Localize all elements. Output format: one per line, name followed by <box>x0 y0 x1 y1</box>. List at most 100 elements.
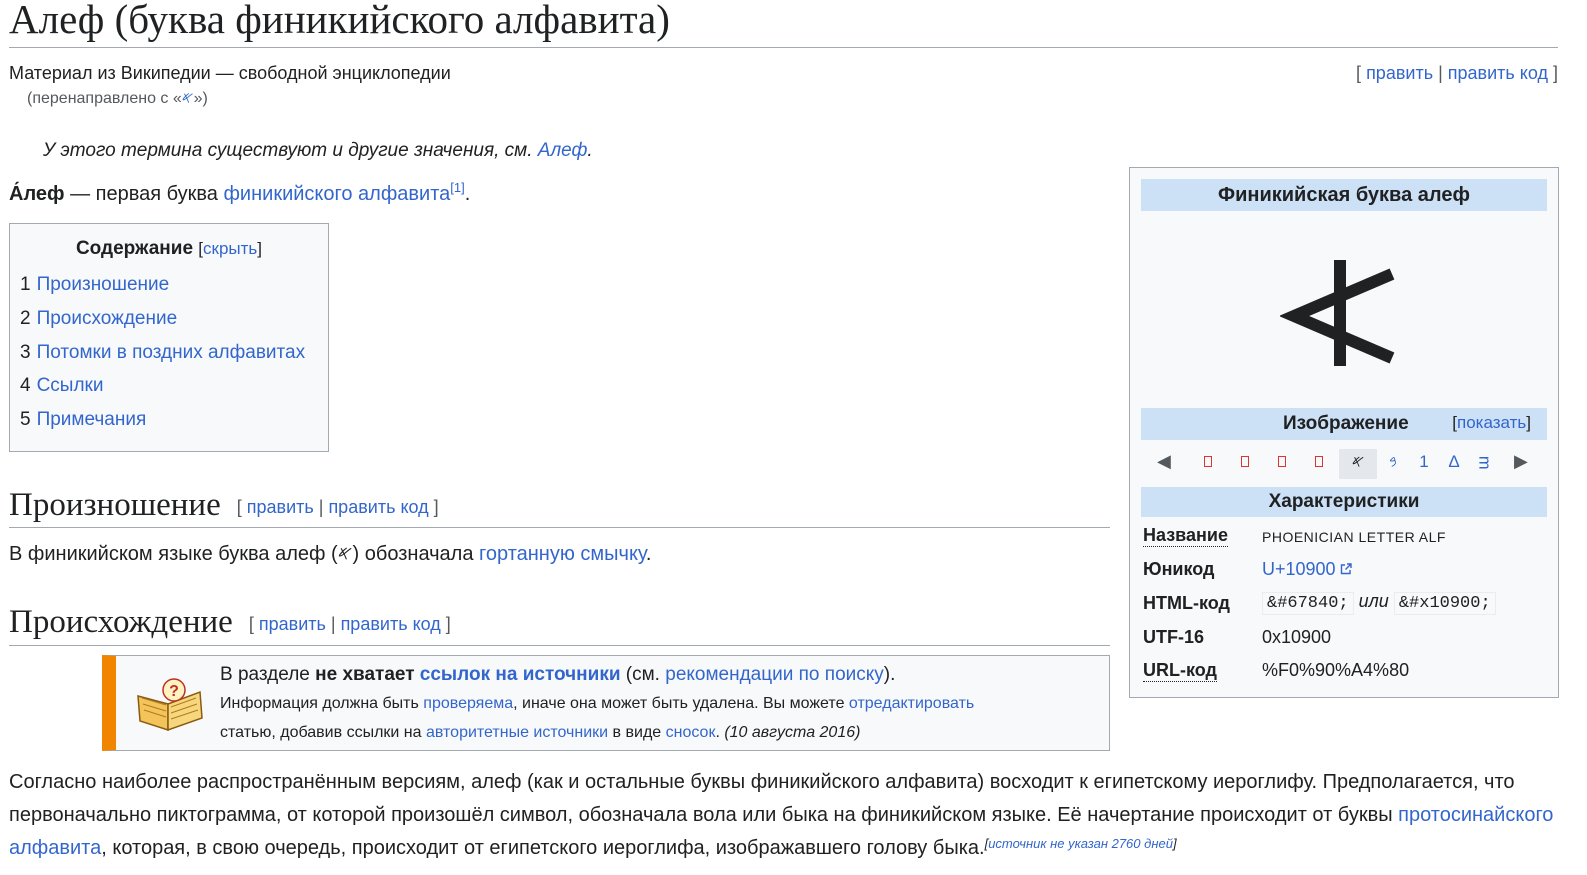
toc-link[interactable]: Ссылки <box>37 375 104 396</box>
toc-link[interactable]: Примечания <box>37 409 147 430</box>
redirect-suffix: ») <box>193 90 208 107</box>
section-title: Происхождение <box>9 604 233 640</box>
edit-source-link[interactable]: править код <box>1448 63 1548 83</box>
notice-text: статью, добавив ссылки на <box>220 724 426 741</box>
verifiable-link[interactable]: проверяема <box>423 695 513 712</box>
prev-arrow-icon[interactable]: ◀ <box>1157 451 1171 472</box>
notice-text: ). <box>883 664 896 685</box>
toc-item[interactable]: 1 Произношение <box>20 274 169 296</box>
lead-paragraph: А́леф — первая буква финикийского алфави… <box>9 180 471 206</box>
edit-source-link[interactable]: править код <box>328 497 428 517</box>
letter-navigation: ◀ 𐤀 𐤁 1 Δ ᴟ ▶ <box>1141 446 1547 482</box>
nav-letter[interactable]: Δ <box>1444 452 1464 474</box>
pronunciation-paragraph: В финикийском языке буква алеф (𐤀) обозн… <box>9 543 651 566</box>
notice-text: , иначе она может быть удалена. Вы может… <box>513 695 849 712</box>
image-label: Изображение <box>1283 413 1409 434</box>
toc-title: Содержание <box>75 238 194 259</box>
toc-link[interactable]: Происхождение <box>37 308 178 329</box>
section-divider <box>9 645 1110 646</box>
toc-num: 3 <box>20 342 31 363</box>
toc-num: 4 <box>20 375 31 396</box>
toc-item[interactable]: 2 Происхождение <box>20 308 177 330</box>
or-text: или <box>1358 591 1389 611</box>
toc-link[interactable]: Произношение <box>37 274 170 295</box>
sources-link[interactable]: ссылок на источники <box>420 664 621 685</box>
next-arrow-icon[interactable]: ▶ <box>1514 451 1528 472</box>
notice-text: В разделе <box>220 664 316 685</box>
notice-line-3: статью, добавив ссылки на авторитетные и… <box>220 724 860 742</box>
external-link-icon <box>1340 563 1352 575</box>
notice-text: . <box>715 724 725 741</box>
nav-letter[interactable]: 𐤁 <box>1383 452 1403 474</box>
toc-item[interactable]: 3 Потомки в поздних алфавитах <box>20 342 305 364</box>
toc-hide-link[interactable]: скрыть <box>203 239 257 258</box>
hatnote-text: У этого термина существуют и другие знач… <box>43 140 538 161</box>
notice-text: в виде <box>608 724 666 741</box>
aleph-glyph-image <box>1280 260 1395 366</box>
edit-link[interactable]: править <box>247 497 314 517</box>
url-code-label: URL-код <box>1143 660 1217 682</box>
toc-num: 2 <box>20 308 31 329</box>
characteristics-header: Характеристики <box>1141 487 1547 517</box>
unicode-label: Юникод <box>1143 559 1215 579</box>
paragraph-text: В финикийском языке буква алеф ( <box>9 543 338 565</box>
section-edit-links: [ править | править код ] <box>248 613 451 634</box>
missing-glyph-box[interactable] <box>1241 456 1249 467</box>
edit-link[interactable]: править <box>1366 63 1433 83</box>
paragraph-text: , которая, в свою очередь, происходит от… <box>101 837 985 859</box>
show-link[interactable]: показать <box>1457 413 1526 432</box>
redirect-notice: (перенаправлено с «𐤀») <box>27 90 208 108</box>
missing-glyph-box[interactable] <box>1315 456 1323 467</box>
lead-end: . <box>464 183 471 205</box>
notice-text: (см. <box>620 664 666 685</box>
glottal-stop-link[interactable]: гортанную смычку <box>479 543 646 565</box>
hatnote-end: . <box>587 140 593 161</box>
unicode-link[interactable]: U+10900 <box>1262 559 1336 579</box>
unicode-value: U+10900 <box>1262 559 1353 580</box>
section-edit-links: [ править | править код ] <box>236 496 439 517</box>
reference-link[interactable]: [1] <box>450 180 464 195</box>
page-title: Алеф (буква финикийского алфавита) <box>9 0 670 42</box>
edit-source-link[interactable]: править код <box>341 614 441 634</box>
origin-paragraph: Согласно наиболее распространённым верси… <box>9 766 1569 865</box>
paragraph-end: . <box>645 543 652 565</box>
footnotes-link[interactable]: сносок <box>666 724 716 741</box>
paragraph-text: ) обозначала <box>352 543 480 565</box>
html-code-label: HTML-код <box>1143 593 1230 613</box>
section-heading-pronunciation: Произношение [ править | править код ] <box>9 487 439 524</box>
toc-num: 5 <box>20 409 31 430</box>
section-title: Произношение <box>9 487 221 523</box>
lead-term: А́леф <box>9 183 65 205</box>
notice-date: (10 августа 2016) <box>724 724 861 741</box>
paragraph-text: Согласно наиболее распространённым верси… <box>9 771 1515 826</box>
toc-item[interactable]: 4 Ссылки <box>20 375 103 397</box>
missing-glyph-box[interactable] <box>1278 456 1286 467</box>
toc-link[interactable]: Потомки в поздних алфавитах <box>37 342 306 363</box>
nav-letter[interactable]: 1 <box>1414 452 1434 474</box>
html-code-value: &#67840; или &#x10900; <box>1262 591 1496 615</box>
image-toggle: [показать] <box>1452 413 1531 432</box>
section-divider <box>9 527 1110 528</box>
notice-line-2: Информация должна быть проверяема, иначе… <box>220 695 974 713</box>
search-guidelines-link[interactable]: рекомендации по поиску <box>665 664 884 685</box>
notice-line-1: В разделе не хватает ссылок на источники… <box>220 664 895 686</box>
edit-article-link[interactable]: отредактировать <box>849 695 974 712</box>
citation-needed-link[interactable]: источник не указан 2760 дней <box>988 836 1173 851</box>
hatnote-link[interactable]: Алеф <box>538 140 588 161</box>
redirect-link[interactable]: 𐤀 <box>182 90 194 107</box>
reliable-sources-link[interactable]: авторитетные источники <box>426 724 608 741</box>
missing-glyph-box[interactable] <box>1204 456 1212 467</box>
table-of-contents: Содержание [скрыть] 1 Произношение 2 Проис… <box>9 223 329 452</box>
infobox: Финикийская буква алеф Изображение [пока… <box>1129 167 1559 698</box>
html-decimal-code: &#67840; <box>1262 592 1354 615</box>
notice-bold: не хватает <box>315 664 420 685</box>
citation-needed-notice: ? В разделе не хватает ссылок на источни… <box>102 655 1110 751</box>
cite-bracket: ] <box>1172 836 1177 851</box>
svg-text:?: ? <box>169 683 179 700</box>
nav-letter[interactable]: ᴟ <box>1474 452 1494 474</box>
section-heading-origin: Происхождение [ править | править код ] <box>9 604 451 641</box>
redirect-prefix: (перенаправлено с « <box>27 90 182 107</box>
lead-link[interactable]: финикийского алфавита <box>223 183 450 205</box>
toc-item[interactable]: 5 Примечания <box>20 409 146 431</box>
edit-link[interactable]: править <box>259 614 326 634</box>
